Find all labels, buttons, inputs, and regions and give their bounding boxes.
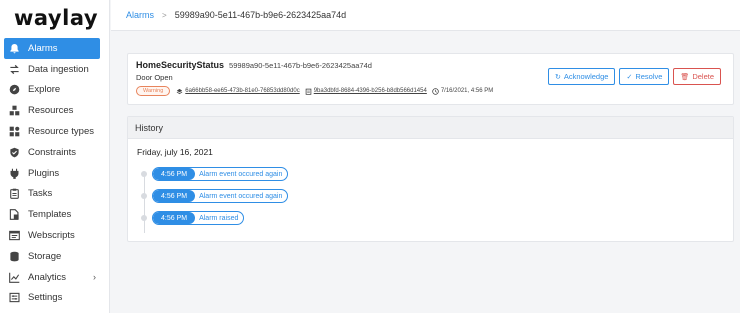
sidebar-item-label: Constraints bbox=[28, 146, 77, 158]
event-pill: 4:56 PM Alarm event occured again bbox=[152, 167, 289, 181]
sidebar-item-plugins[interactable]: Plugins bbox=[0, 163, 110, 184]
shapes-icon bbox=[9, 126, 20, 137]
plug-icon bbox=[9, 168, 20, 179]
alarm-title: HomeSecurityStatus 59989a90-5e11-467b-b9… bbox=[136, 60, 372, 70]
alarm-timestamp: 7/16/2021, 4:56 PM bbox=[440, 88, 494, 94]
trash-icon: 🗑 bbox=[680, 73, 690, 81]
timeline-event: 4:56 PM Alarm event occured again bbox=[141, 167, 289, 181]
history-date: Friday, july 16, 2021 bbox=[137, 147, 213, 157]
alarm-actions: ↻ Acknowledge ✓ Resolve 🗑 Delete bbox=[547, 68, 721, 85]
breadcrumb-separator: > bbox=[162, 10, 167, 20]
timeline-event: 4:56 PM Alarm event occured again bbox=[141, 189, 289, 203]
database-icon bbox=[9, 251, 20, 262]
event-text: Alarm raised bbox=[199, 214, 239, 222]
event-text: Alarm event occured again bbox=[199, 192, 283, 200]
acknowledge-icon: ↻ bbox=[554, 73, 561, 81]
alarm-meta: Warning 6a66bb58-ee65-473b-81e0-76853dd8… bbox=[136, 86, 493, 96]
resolve-button[interactable]: ✓ Resolve bbox=[619, 68, 670, 85]
resource-link[interactable]: 6a66bb58-ee65-473b-81e0-76853dd80d0c bbox=[185, 88, 299, 94]
delete-button[interactable]: 🗑 Delete bbox=[673, 68, 721, 85]
acknowledge-button[interactable]: ↻ Acknowledge bbox=[547, 68, 616, 85]
sidebar-item-label: Analytics bbox=[28, 271, 67, 283]
sidebar-item-label: Data ingestion bbox=[28, 63, 89, 75]
clipboard-icon bbox=[9, 188, 20, 200]
sidebar: waylay Alarms Data ingestion Explore Res… bbox=[0, 0, 110, 313]
event-text: Alarm event occured again bbox=[199, 170, 283, 178]
event-time: 4:56 PM bbox=[153, 190, 196, 202]
sidebar-item-label: Explore bbox=[28, 84, 61, 96]
delete-label: Delete bbox=[692, 72, 714, 81]
timeline-dot bbox=[141, 215, 147, 221]
clock-icon bbox=[432, 87, 439, 95]
timeline-dot bbox=[141, 171, 147, 177]
history-title: History bbox=[128, 117, 733, 139]
arrows-icon bbox=[9, 64, 20, 75]
acknowledge-label: Acknowledge bbox=[563, 72, 609, 81]
task-icon bbox=[305, 88, 312, 95]
sidebar-item-templates[interactable]: Templates bbox=[0, 204, 110, 225]
sidebar-item-label: Templates bbox=[28, 209, 72, 221]
sidebar-item-storage[interactable]: Storage bbox=[0, 246, 110, 267]
sidebar-item-label: Resource types bbox=[28, 126, 95, 138]
sidebar-item-label: Storage bbox=[28, 250, 62, 262]
waylay-logo[interactable]: waylay bbox=[14, 6, 98, 30]
shield-icon bbox=[9, 147, 20, 158]
sidebar-item-label: Settings bbox=[28, 292, 63, 304]
timeline-event: 4:56 PM Alarm raised bbox=[141, 211, 245, 225]
sidebar-item-settings[interactable]: Settings bbox=[0, 288, 110, 309]
compass-icon bbox=[9, 84, 20, 95]
sidebar-item-alarms[interactable]: Alarms bbox=[4, 38, 100, 59]
cubes-icon bbox=[9, 105, 20, 116]
breadcrumb-alarms-link[interactable]: Alarms bbox=[126, 10, 154, 20]
task-link[interactable]: 9ba3dbfd-8684-4396-b256-b8db566d1454 bbox=[314, 88, 427, 94]
alarm-message: Door Open bbox=[136, 73, 173, 82]
sidebar-item-label: Resources bbox=[28, 105, 74, 117]
sidebar-nav: Alarms Data ingestion Explore Resources … bbox=[0, 38, 110, 308]
event-time: 4:56 PM bbox=[153, 168, 196, 180]
sidebar-item-constraints[interactable]: Constraints bbox=[0, 142, 110, 163]
gear-icon bbox=[9, 292, 20, 303]
check-icon: ✓ bbox=[626, 73, 633, 81]
bell-icon bbox=[9, 43, 20, 54]
event-pill: 4:56 PM Alarm raised bbox=[152, 211, 245, 225]
breadcrumb: Alarms > 59989a90-5e11-467b-b9e6-2623425… bbox=[111, 0, 740, 31]
chart-icon bbox=[9, 272, 20, 283]
history-card: History Friday, july 16, 2021 4:56 PM Al… bbox=[127, 116, 734, 242]
sidebar-item-tasks[interactable]: Tasks bbox=[0, 184, 110, 205]
breadcrumb-current: 59989a90-5e11-467b-b9e6-2623425aa74d bbox=[174, 10, 347, 20]
sidebar-item-label: Tasks bbox=[28, 188, 53, 200]
alarm-detail-card: HomeSecurityStatus 59989a90-5e11-467b-b9… bbox=[127, 53, 734, 105]
alarm-id: 59989a90-5e11-467b-b9e6-2623425aa74d bbox=[229, 61, 372, 70]
sidebar-item-resource-types[interactable]: Resource types bbox=[0, 121, 110, 142]
alarm-type: HomeSecurityStatus bbox=[136, 60, 225, 70]
event-time: 4:56 PM bbox=[153, 212, 196, 224]
severity-badge: Warning bbox=[136, 86, 171, 96]
sidebar-item-label: Plugins bbox=[28, 167, 60, 179]
sidebar-item-label: Webscripts bbox=[28, 230, 75, 242]
sidebar-item-explore[interactable]: Explore bbox=[0, 80, 110, 101]
timeline-dot bbox=[141, 193, 147, 199]
chevron-right-icon: › bbox=[93, 271, 96, 282]
event-pill: 4:56 PM Alarm event occured again bbox=[152, 189, 289, 203]
resource-icon bbox=[176, 88, 183, 94]
template-icon bbox=[9, 209, 20, 221]
sidebar-item-data-ingestion[interactable]: Data ingestion bbox=[0, 59, 110, 80]
resolve-label: Resolve bbox=[635, 72, 663, 81]
code-window-icon bbox=[9, 230, 20, 241]
sidebar-item-resources[interactable]: Resources bbox=[0, 100, 110, 121]
sidebar-item-webscripts[interactable]: Webscripts bbox=[0, 225, 110, 246]
sidebar-item-analytics[interactable]: Analytics › bbox=[0, 267, 110, 288]
sidebar-item-label: Alarms bbox=[28, 42, 58, 54]
